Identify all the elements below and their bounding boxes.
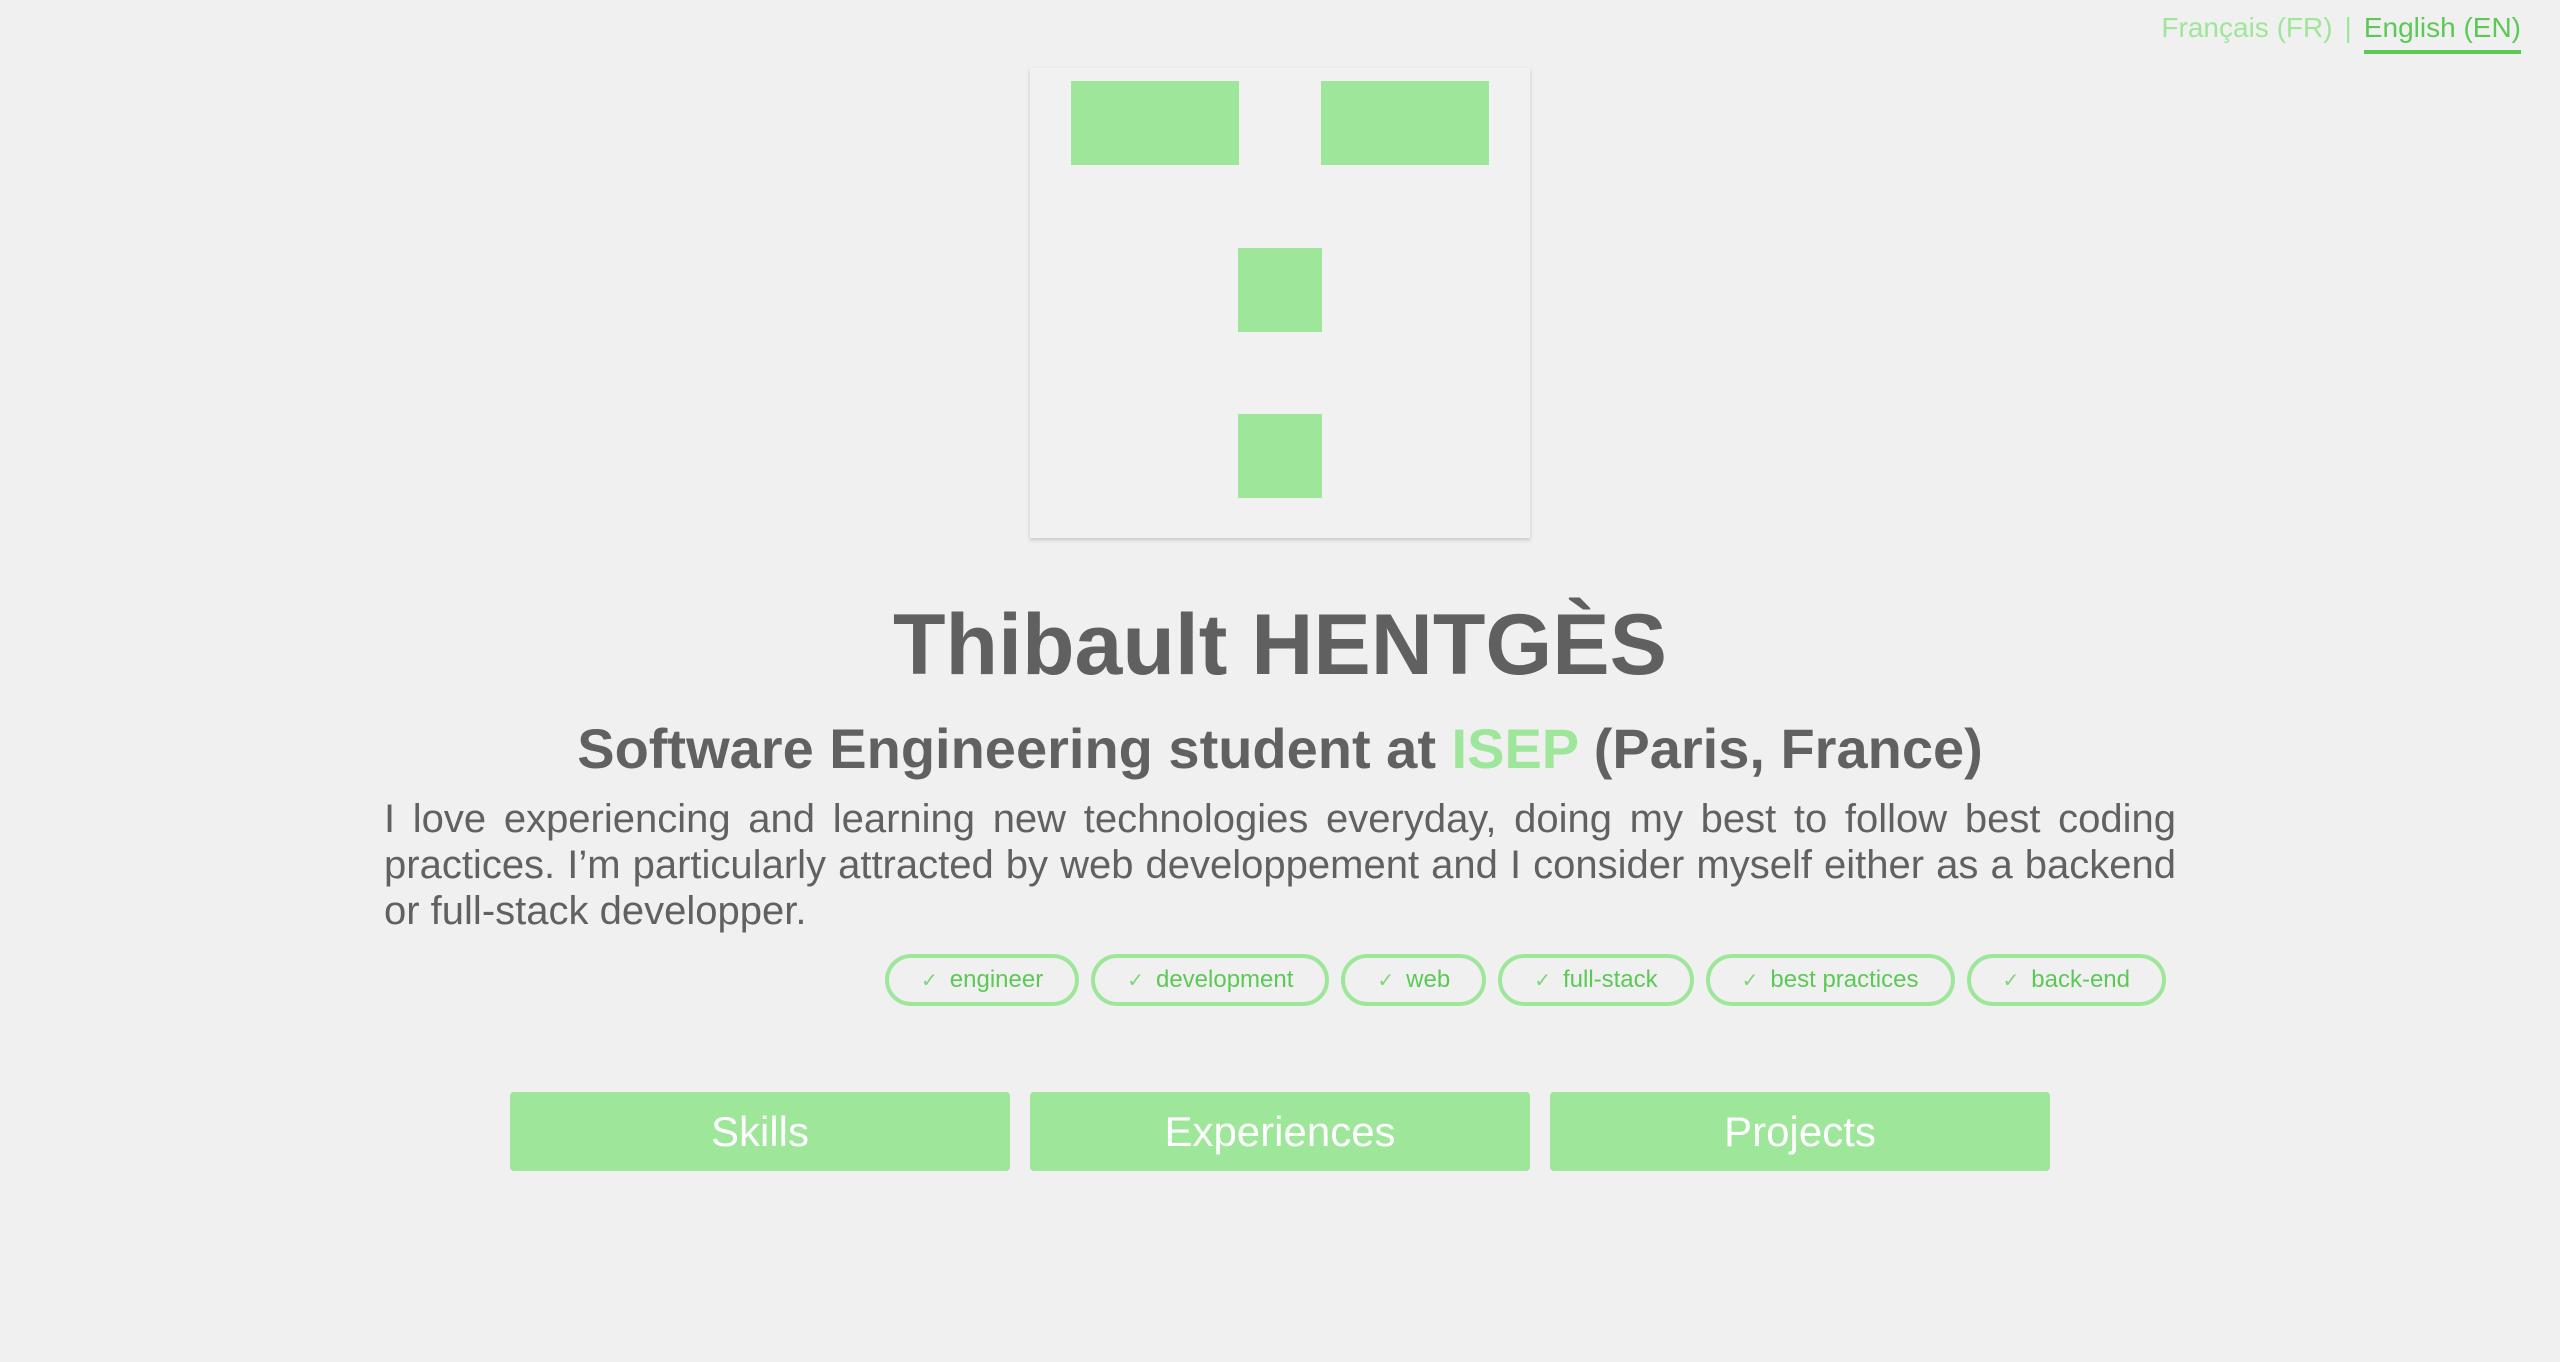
school-link[interactable]: ISEP <box>1452 717 1579 780</box>
tag-chip: ✓ back-end <box>1966 954 2166 1006</box>
tag-chip: ✓ development <box>1091 954 1330 1006</box>
page: Français (FR) | English (EN) Thibault HE… <box>0 0 2560 1362</box>
check-icon: ✓ <box>921 969 938 992</box>
language-switcher: Français (FR) | English (EN) <box>2161 12 2521 54</box>
profile-bio: I love experiencing and learning new tec… <box>384 797 2176 933</box>
tag-label: back-end <box>2031 966 2130 993</box>
tag-label: full-stack <box>1562 966 1658 993</box>
check-icon: ✓ <box>2002 969 2020 992</box>
skills-button[interactable]: Skills <box>510 1092 1010 1171</box>
tag-list: ✓ engineer ✓ development ✓ web ✓ full-st… <box>885 954 2166 1006</box>
tag-chip: ✓ full-stack <box>1498 954 1694 1006</box>
tag-chip: ✓ web <box>1341 954 1487 1006</box>
tag-label: engineer <box>949 966 1044 993</box>
logo-card <box>1030 68 1530 538</box>
logo-blocks-icon <box>1071 81 1489 498</box>
check-icon: ✓ <box>1741 969 1759 992</box>
lang-french-link[interactable]: Français (FR) <box>2161 12 2332 54</box>
subtitle-prefix: Software Engineering student at <box>577 717 1452 780</box>
logo-block-top-right <box>1321 81 1489 165</box>
tag-chip: ✓ best practices <box>1705 954 1955 1006</box>
check-icon: ✓ <box>1377 969 1395 992</box>
check-icon: ✓ <box>1534 969 1551 992</box>
projects-button[interactable]: Projects <box>1550 1092 2050 1171</box>
tag-label: best practices <box>1770 966 1919 993</box>
experiences-button[interactable]: Experiences <box>1030 1092 1530 1171</box>
tag-label: web <box>1406 966 1451 993</box>
check-icon: ✓ <box>1127 969 1144 992</box>
logo-block-middle <box>1238 248 1322 332</box>
logo-block-top-left <box>1071 81 1239 165</box>
subtitle-suffix: (Paris, France) <box>1578 717 1983 780</box>
logo-block-bottom <box>1238 414 1322 498</box>
section-nav: Skills Experiences Projects <box>510 1092 2050 1171</box>
tag-label: development <box>1155 966 1294 993</box>
profile-subtitle: Software Engineering student at ISEP (Pa… <box>0 714 2560 784</box>
tag-chip: ✓ engineer <box>885 954 1080 1006</box>
lang-separator: | <box>2344 12 2352 43</box>
lang-english-link[interactable]: English (EN) <box>2363 12 2521 54</box>
profile-name: Thibault HENTGÈS <box>893 597 1667 693</box>
